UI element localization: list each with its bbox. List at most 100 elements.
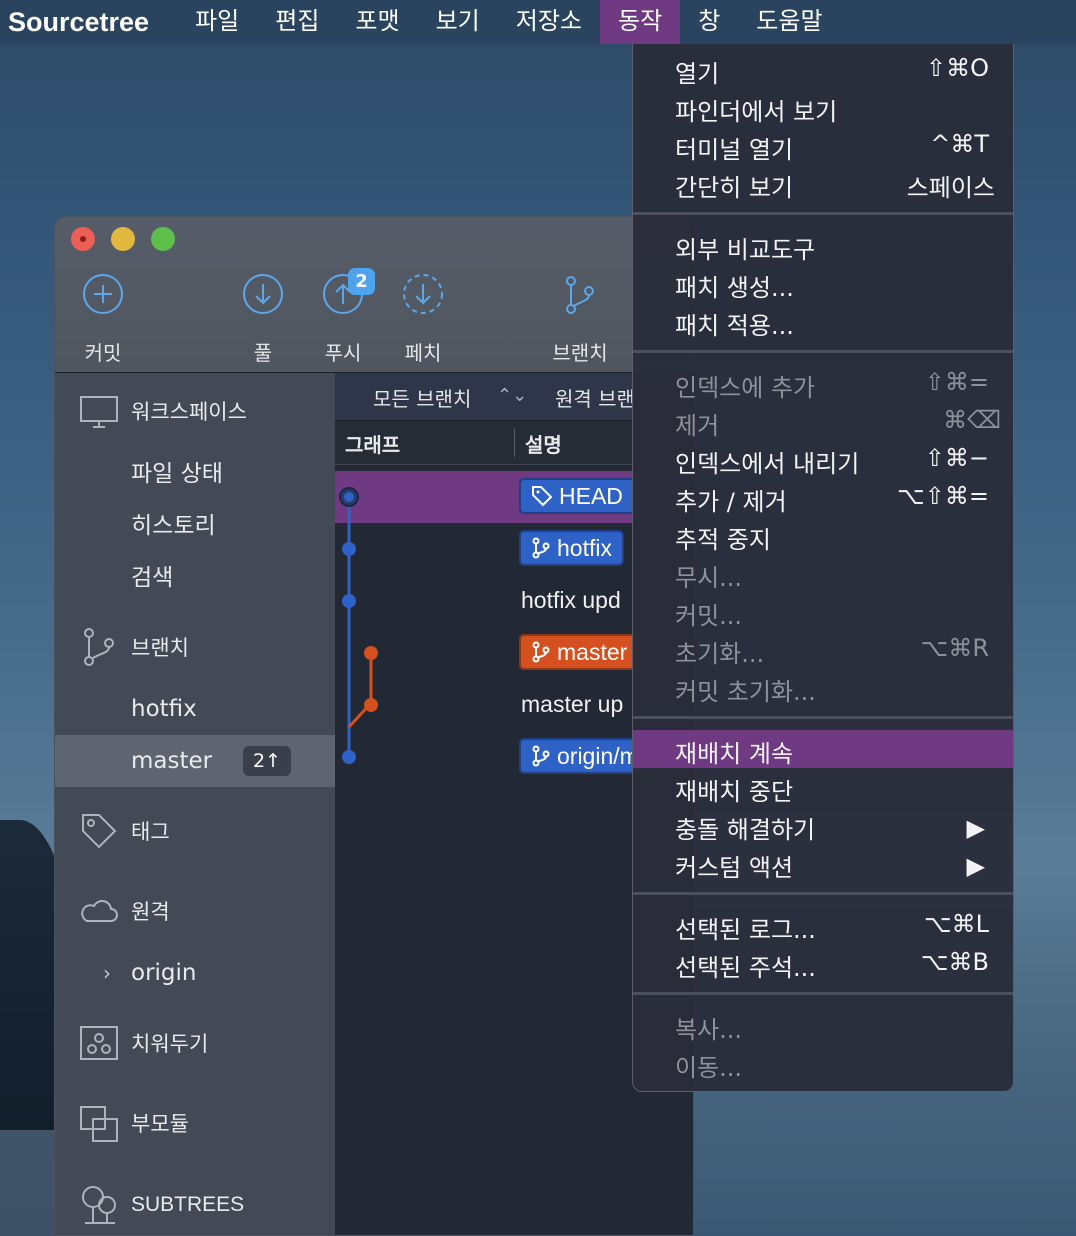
fetch-button[interactable]: 페치 xyxy=(383,273,463,366)
menu-item-add-remove[interactable]: 추가 / 제거 ⌥⇧⌘= xyxy=(633,478,1013,516)
menu-item-log-selected[interactable]: 선택된 로그... ⌥⌘L xyxy=(633,906,1013,944)
sidebar-item-stashes[interactable]: 치워두기 xyxy=(55,1017,335,1069)
sidebar-item-hotfix[interactable]: hotfix xyxy=(55,683,335,735)
sidebar-label-workspace: 워크스페이스 xyxy=(131,400,247,424)
sidebar-item-file-status[interactable]: 파일 상태 xyxy=(55,445,335,497)
sidebar-label-tags: 태그 xyxy=(131,820,170,844)
graph-node[interactable] xyxy=(364,646,378,660)
commit-label: 커밋 xyxy=(84,341,122,365)
sidebar-item-master[interactable]: master 2↑ xyxy=(55,735,335,787)
menu-item-show-in-finder[interactable]: 파인더에서 보기 xyxy=(633,88,1013,126)
column-divider[interactable] xyxy=(514,429,515,457)
menu-item-shortcut: ⇧⌘O xyxy=(926,54,989,82)
branch-icon xyxy=(532,745,550,767)
zoom-button[interactable] xyxy=(151,227,175,251)
menu-item-quick-look[interactable]: 간단히 보기 스페이스 xyxy=(633,164,1013,202)
sidebar-item-tags[interactable]: 태그 xyxy=(55,805,335,857)
window-toolbar: 커밋 풀 2 푸시 페치 브랜치 xyxy=(55,217,693,373)
column-graph[interactable]: 그래프 xyxy=(345,429,400,458)
select-updown-icon: ⌃⌄ xyxy=(497,385,528,406)
sidebar-item-remotes[interactable]: 원격 xyxy=(55,885,335,937)
menu-item-external-diff[interactable]: 외부 비교도구 xyxy=(633,226,1013,264)
menu-item-open-terminal[interactable]: 터미널 열기 ^⌘T xyxy=(633,126,1013,164)
tag-icon xyxy=(82,814,117,849)
menu-item-shortcut: ^⌘T xyxy=(930,130,989,158)
sidebar-item-history[interactable]: 히스토리 xyxy=(55,497,335,549)
menu-item-shortcut: ⇧⌘= xyxy=(924,368,989,396)
menu-item-resolve-conflicts[interactable]: 충돌 해결하기 ▶ xyxy=(633,806,1013,844)
menu-item-abort-rebase[interactable]: 재배치 중단 xyxy=(633,768,1013,806)
menu-file[interactable]: 파일 xyxy=(177,0,257,44)
menu-item-label: 터미널 열기 xyxy=(675,136,794,164)
menu-item-remove: 제거 ⌘⌫ xyxy=(633,402,1013,440)
menu-item-continue-rebase[interactable]: 재배치 계속 xyxy=(633,730,1013,768)
menu-separator xyxy=(633,350,1013,353)
menu-item-unstage[interactable]: 인덱스에서 내리기 ⇧⌘− xyxy=(633,440,1013,478)
column-description[interactable]: 설명 xyxy=(525,429,562,458)
minimize-button[interactable] xyxy=(111,227,135,251)
menu-item-label: 열기 xyxy=(675,60,720,88)
menu-actions[interactable]: 동작 xyxy=(600,0,681,44)
menu-edit[interactable]: 편집 xyxy=(257,0,337,44)
menu-item-label: 인덱스에 추가 xyxy=(675,374,816,402)
menu-item-apply-patch[interactable]: 패치 적용... xyxy=(633,302,1013,340)
stash-icon xyxy=(80,1026,118,1060)
plus-circle-icon xyxy=(83,274,123,314)
menu-item-label: 제거 xyxy=(675,412,720,440)
desktop-lake xyxy=(0,1130,60,1236)
app-menu[interactable]: Sourcetree xyxy=(0,7,157,38)
sidebar-item-origin[interactable]: › origin xyxy=(55,947,335,999)
sidebar-label-search: 검색 xyxy=(131,565,174,591)
sidebar-item-workspace[interactable]: 워크스페이스 xyxy=(55,385,335,437)
sidebar-item-branches[interactable]: 브랜치 xyxy=(55,621,335,673)
graph-node[interactable] xyxy=(342,594,356,608)
sidebar-item-submodules[interactable]: 부모듈 xyxy=(55,1097,335,1149)
menu-item-label: 초기화... xyxy=(675,640,765,668)
menu-item-stop-tracking[interactable]: 추적 중지 xyxy=(633,516,1013,554)
menu-item-annotate-selected[interactable]: 선택된 주석... ⌥⌘B xyxy=(633,944,1013,982)
sidebar-item-subtrees[interactable]: SUBTREES xyxy=(55,1179,335,1231)
menu-item-reset: 초기화... ⌥⌘R xyxy=(633,630,1013,668)
chevron-right-icon[interactable]: › xyxy=(103,961,111,985)
menu-format[interactable]: 포맷 xyxy=(337,0,417,44)
branch-label: 브랜치 xyxy=(552,341,608,365)
commit-button[interactable]: 커밋 xyxy=(63,273,143,366)
remote-branches-select[interactable]: 원격 브랜 xyxy=(555,383,635,412)
menu-item-label: 이동... xyxy=(675,1054,743,1082)
graph-node[interactable] xyxy=(342,542,356,556)
hotfix-tag-label: hotfix xyxy=(557,534,612,561)
commit-message: hotfix upd xyxy=(521,587,621,613)
menu-item-label: 선택된 주석... xyxy=(675,954,816,982)
close-button[interactable] xyxy=(71,227,95,251)
branch-button[interactable]: 브랜치 xyxy=(540,273,620,366)
pull-button[interactable]: 풀 xyxy=(223,273,303,366)
sidebar-item-search[interactable]: 검색 xyxy=(55,549,335,601)
menu-item-label: 인덱스에서 내리기 xyxy=(675,450,860,478)
menu-item-label: 패치 생성... xyxy=(675,274,794,302)
menu-item-open[interactable]: 열기 ⇧⌘O xyxy=(633,50,1013,88)
menu-item-label: 외부 비교도구 xyxy=(675,236,816,264)
commit-graph xyxy=(339,487,378,764)
origin-tag-label: origin/m xyxy=(557,742,639,769)
menu-item-create-patch[interactable]: 패치 생성... xyxy=(633,264,1013,302)
tree-icon xyxy=(82,1186,116,1224)
graph-node[interactable] xyxy=(342,750,356,764)
menu-item-label: 충돌 해결하기 xyxy=(675,816,816,844)
menu-item-shortcut: ⌘⌫ xyxy=(943,406,1001,434)
submenu-arrow-icon: ▶ xyxy=(966,852,985,880)
push-button[interactable]: 2 푸시 xyxy=(303,268,383,366)
fetch-dashed-circle-icon xyxy=(403,274,443,314)
tag-icon xyxy=(532,486,553,507)
all-branches-select[interactable]: 모든 브랜치 xyxy=(373,383,471,412)
head-tag-label: HEAD xyxy=(559,482,623,509)
menu-item-custom-actions[interactable]: 커스텀 액션 ▶ xyxy=(633,844,1013,882)
sidebar-label-hotfix: hotfix xyxy=(131,696,197,722)
graph-node[interactable] xyxy=(364,698,378,712)
menu-item-label: 선택된 로그... xyxy=(675,916,816,944)
menu-window[interactable]: 창 xyxy=(680,0,738,44)
menu-help[interactable]: 도움말 xyxy=(738,0,840,44)
menu-item-label: 재배치 계속 xyxy=(675,740,794,768)
menu-view[interactable]: 보기 xyxy=(418,0,498,44)
menu-repository[interactable]: 저장소 xyxy=(498,0,600,44)
menu-item-shortcut: ⌥⌘R xyxy=(920,634,989,662)
